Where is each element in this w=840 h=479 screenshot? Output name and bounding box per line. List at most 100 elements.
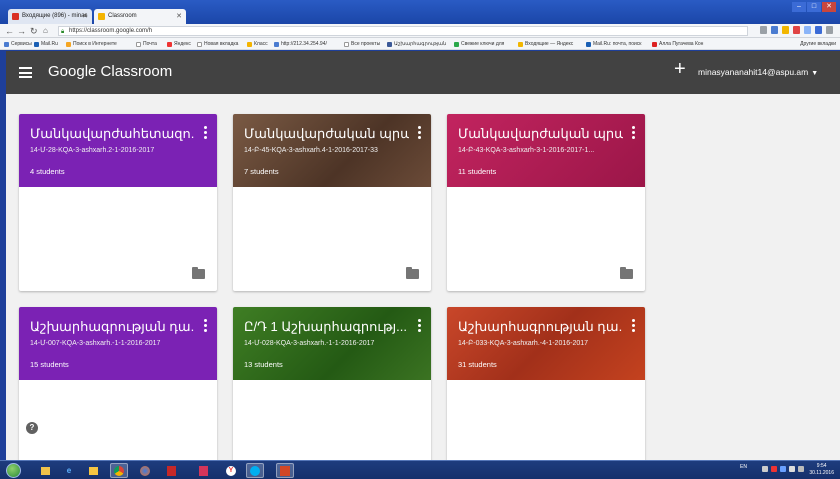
bookmark-label: Яндекс <box>174 41 191 47</box>
abbyy-icon[interactable] <box>194 463 212 478</box>
show-hidden-icon[interactable] <box>762 466 768 472</box>
more-vert-icon[interactable] <box>632 126 636 141</box>
add-class-button[interactable]: + <box>674 59 686 79</box>
address-bar-row: ← → ↻ ⌂ 🔒︎ https://classroom.google.com/… <box>0 24 840 38</box>
bookmark-item[interactable]: Mail.Ru: почта, поиск <box>586 41 641 47</box>
bookmark-item[interactable]: Поиск в Интернете <box>66 41 117 47</box>
skype-icon[interactable] <box>246 463 264 478</box>
bookmark-label: Աշխարհագրության <box>394 41 447 47</box>
class-card-title[interactable]: Մանկավարժական պրա... <box>458 126 623 142</box>
class-card-title[interactable]: Մանկավարժական պրա... <box>244 126 409 142</box>
more-vert-icon[interactable] <box>418 319 422 334</box>
tab-classroom[interactable]: Classroom ✕ <box>94 9 186 24</box>
maximize-icon[interactable]: □ <box>807 2 821 12</box>
folder-icon[interactable] <box>84 463 102 478</box>
reload-icon[interactable]: ↻ <box>30 25 38 37</box>
bookmark-label: Входящие — Яндекс <box>525 41 574 47</box>
class-card[interactable]: Աշխարհագրության դա... 14-Բ-033-KQA-3-ash… <box>447 307 645 460</box>
start-button[interactable] <box>6 463 21 478</box>
extension-icon[interactable] <box>815 26 822 34</box>
explorer-icon[interactable] <box>36 463 54 478</box>
class-card[interactable]: Աշխարհագրության դա... 14-Մ-007-KQA-3-ash… <box>19 307 217 460</box>
pdf-icon[interactable] <box>162 463 180 478</box>
classroom-page: Google Classroom + minasyananahit14@aspu… <box>6 51 840 460</box>
more-vert-icon[interactable] <box>204 319 208 334</box>
network-icon[interactable] <box>780 466 786 472</box>
more-vert-icon[interactable] <box>204 126 208 141</box>
folder-icon[interactable] <box>192 267 205 279</box>
folder-icon[interactable] <box>620 267 633 279</box>
screen: Входящие (896) - minas ✕ Classroom ✕ – □… <box>0 0 840 479</box>
window-close-icon[interactable]: ✕ <box>822 2 836 12</box>
more-vert-icon[interactable] <box>632 319 636 334</box>
bookmark-item[interactable]: Աշխարհագրության <box>387 41 446 47</box>
page-title[interactable]: Google Classroom <box>48 63 172 80</box>
star-icon[interactable] <box>782 26 789 34</box>
help-icon[interactable]: ? <box>26 422 38 434</box>
search-icon <box>66 41 71 47</box>
class-card-section: 14-Մ-028-KQA-3-ashxarh.-1-1-2016-2017 <box>244 340 375 347</box>
extension-icon[interactable] <box>804 26 811 34</box>
menu-icon[interactable] <box>826 26 833 34</box>
bookmark-item[interactable]: Mail.Ru <box>34 41 58 47</box>
facebook-icon <box>387 41 392 47</box>
bookmark-label: Почта <box>143 41 157 47</box>
back-icon[interactable]: ← <box>5 25 14 37</box>
bookmark-item[interactable]: Все проекты <box>344 41 380 47</box>
hamburger-menu-icon[interactable] <box>19 67 32 78</box>
more-vert-icon[interactable] <box>418 126 422 141</box>
class-card[interactable]: Մանկավարժական պրա... 14-Բ-43-KQA-3-ashxa… <box>447 114 645 291</box>
bookmark-item[interactable]: Почта <box>136 41 157 47</box>
close-icon[interactable]: ✕ <box>176 12 182 20</box>
powerpoint-icon[interactable] <box>276 463 294 478</box>
bookmark-item[interactable]: Алла Пугачева Кон <box>652 41 703 47</box>
minimize-icon[interactable]: – <box>792 2 806 12</box>
firefox-icon[interactable] <box>136 463 154 478</box>
class-card[interactable]: Մանկավարժական պրա... 14-Բ-45-KQA-3-ashxa… <box>233 114 431 291</box>
taskbar: e Y EN 9:54 30.11.2016 <box>0 460 840 479</box>
class-card-students: 4 students <box>30 167 65 176</box>
class-card-header: Ը/Դ 1 Աշխարհագրությ... 14-Մ-028-KQA-3-as… <box>233 307 431 380</box>
language-indicator[interactable]: EN <box>740 464 747 470</box>
gmail-icon <box>12 13 19 20</box>
class-card-title[interactable]: Ը/Դ 1 Աշխարհագրությ... <box>244 319 409 335</box>
extension-icon[interactable] <box>793 26 800 34</box>
clock-time: 9:54 <box>816 463 827 469</box>
tab-gmail[interactable]: Входящие (896) - minas ✕ <box>8 9 92 24</box>
forward-icon[interactable]: → <box>17 25 26 37</box>
class-card[interactable]: Մանկավարժահետազո... 14-Մ-28-KQA-3-ashxar… <box>19 114 217 291</box>
zoom-icon[interactable] <box>760 26 767 34</box>
class-card-title[interactable]: Մանկավարժահետազո... <box>30 126 195 142</box>
yandex-icon[interactable]: Y <box>222 463 240 478</box>
class-card-section: 14-Բ-43-KQA-3-ashxarh-3-1-2016-2017-1... <box>458 147 595 154</box>
other-bookmarks[interactable]: Другие вкладки <box>800 41 836 47</box>
bookmark-item[interactable]: http://212.34.254.94/ <box>274 41 327 47</box>
ie-icon[interactable]: e <box>60 463 78 478</box>
class-card-header: Աշխարհագրության դա... 14-Բ-033-KQA-3-ash… <box>447 307 645 380</box>
bookmark-item[interactable]: Яндекс <box>167 41 191 47</box>
folder-icon[interactable] <box>406 267 419 279</box>
class-card-students: 7 students <box>244 167 279 176</box>
chrome-icon[interactable] <box>110 463 128 478</box>
classroom-icon <box>247 41 252 47</box>
bookmark-item[interactable]: Входящие — Яндекс <box>518 41 573 47</box>
account-menu[interactable]: minasyananahit14@aspu.am ▼ <box>698 67 818 77</box>
antivirus-icon[interactable] <box>771 466 777 472</box>
class-card-students: 11 students <box>458 167 497 176</box>
extension-icon[interactable] <box>771 26 778 34</box>
class-card-header: Մանկավարժական պրա... 14-Բ-45-KQA-3-ashxa… <box>233 114 431 187</box>
flag-icon[interactable] <box>798 466 804 472</box>
bookmark-item[interactable]: Свежие ключи для <box>454 41 504 47</box>
bookmark-item[interactable]: Класс <box>247 41 268 47</box>
bookmark-item[interactable]: Новая вкладка <box>197 41 238 47</box>
bookmark-item[interactable]: Сервисы <box>4 41 32 47</box>
volume-icon[interactable] <box>789 466 795 472</box>
bookmarks-bar: Сервисы Mail.Ru Поиск в Интернете Почта … <box>0 38 840 50</box>
class-card-title[interactable]: Աշխարհագրության դա... <box>30 319 195 335</box>
class-card-title[interactable]: Աշխարհագրության դա... <box>458 319 623 335</box>
class-card[interactable]: Ը/Դ 1 Աշխարհագրությ... 14-Մ-028-KQA-3-as… <box>233 307 431 460</box>
clock[interactable]: 9:54 30.11.2016 <box>809 463 834 477</box>
home-icon[interactable]: ⌂ <box>43 25 48 37</box>
url-input[interactable]: 🔒︎ https://classroom.google.com/h <box>58 26 748 36</box>
close-icon[interactable]: ✕ <box>82 12 88 20</box>
